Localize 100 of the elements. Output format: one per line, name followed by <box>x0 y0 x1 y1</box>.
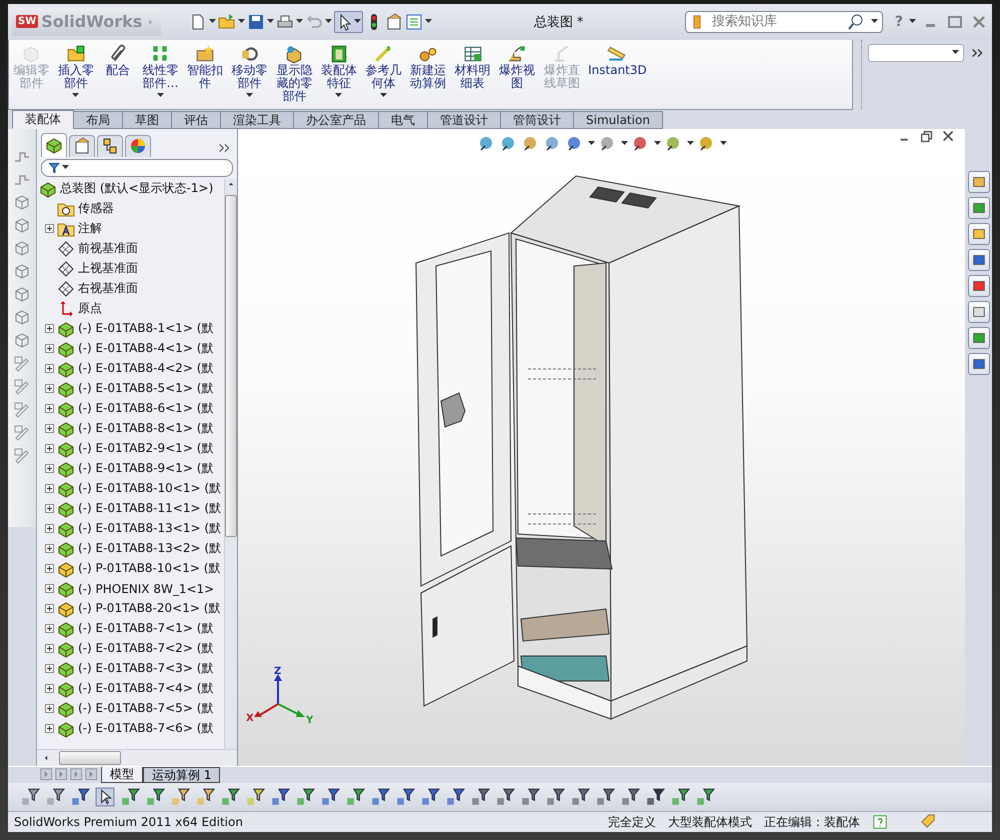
ribbon-button[interactable]: 插入零部件 <box>54 44 98 98</box>
expand-toggle-icon[interactable] <box>45 324 54 334</box>
tree-item[interactable]: (-) E-01TAB8-7<1> (默 <box>78 620 214 638</box>
selection-filter-icon[interactable] <box>220 787 240 808</box>
caret-icon[interactable] <box>588 141 595 146</box>
selection-filter-icon[interactable] <box>695 787 715 808</box>
selection-filter-icon[interactable] <box>170 787 190 808</box>
tree-item[interactable]: (-) E-01TAB8-1<1> (默 <box>78 320 214 338</box>
expand-toggle-icon[interactable] <box>45 444 54 454</box>
ribbon-button[interactable]: 线性零部件… <box>138 44 183 98</box>
selection-filter-icon[interactable] <box>270 787 290 808</box>
scroll-thumb[interactable] <box>59 751 121 766</box>
selection-filter-icon[interactable] <box>95 787 115 808</box>
selection-filter-icon[interactable] <box>445 787 465 808</box>
command-tab[interactable]: 布局 <box>73 110 123 129</box>
ribbon-button[interactable]: 移动零部件 <box>227 44 272 98</box>
filter-field[interactable] <box>41 158 233 177</box>
command-tab[interactable]: 电气 <box>378 110 428 129</box>
expand-toggle-icon[interactable] <box>45 604 54 614</box>
selection-filter-icon[interactable] <box>495 787 515 808</box>
caret-icon[interactable] <box>267 19 274 24</box>
tree-item[interactable]: (-) E-01TAB8-7<3> (默 <box>78 660 214 678</box>
selection-filter-icon[interactable] <box>245 787 265 808</box>
caret-icon[interactable] <box>325 19 332 24</box>
tree-item[interactable]: (-) E-01TAB8-7<4> (默 <box>78 680 214 698</box>
command-tab[interactable]: Simulation <box>573 110 663 129</box>
tree-item[interactable]: (-) E-01TAB8-5<1> (默 <box>78 380 214 398</box>
ribbon-button[interactable]: 显示隐藏的零部件 <box>272 44 317 103</box>
dropdown-caret-icon[interactable] <box>246 92 254 98</box>
search-box[interactable]: 搜索知识库 <box>684 10 883 33</box>
help-icon[interactable] <box>872 814 888 830</box>
command-tab[interactable]: 评估 <box>171 110 221 129</box>
tree-item[interactable]: (-) E-01TAB8-7<6> (默 <box>78 720 214 738</box>
save-icon[interactable] <box>247 12 266 31</box>
expand-toggle-icon[interactable] <box>45 664 54 674</box>
caret-icon[interactable] <box>870 19 878 24</box>
caret-icon[interactable] <box>720 141 727 146</box>
graphics-area[interactable]: Z X Y <box>237 128 965 766</box>
command-tab[interactable]: 渲染工具 <box>220 110 294 129</box>
caret-icon[interactable] <box>425 19 432 24</box>
tree-item[interactable]: (-) PHOENIX 8W_1<1> <box>78 582 214 596</box>
scroll-thumb[interactable] <box>225 194 237 537</box>
selection-filter-icon[interactable] <box>295 787 315 808</box>
expand-toggle-icon[interactable] <box>45 564 54 574</box>
expand-toggle-icon[interactable] <box>45 344 54 354</box>
selection-filter-icon[interactable] <box>470 787 490 808</box>
tree-item[interactable]: (-) P-01TAB8-20<1> (默 <box>78 600 220 618</box>
caret-icon[interactable] <box>687 141 694 146</box>
expand-toggle-icon[interactable] <box>45 684 54 694</box>
selection-filter-icon[interactable] <box>520 787 540 808</box>
tree-item[interactable]: 右视基准面 <box>78 280 138 298</box>
dropdown-caret-icon[interactable] <box>335 92 342 98</box>
manager-tab[interactable] <box>97 134 123 157</box>
tree-item[interactable]: (-) E-01TAB8-8<1> (默 <box>78 420 214 438</box>
tree-item[interactable]: 注解 <box>78 220 102 238</box>
list-icon[interactable] <box>405 12 424 31</box>
expand-toggle-icon[interactable] <box>45 504 54 514</box>
selection-filter-icon[interactable] <box>195 787 215 808</box>
ribbon-button[interactable]: 智能扣件 <box>182 44 228 90</box>
ribbon-button[interactable]: Instant3D <box>584 44 651 77</box>
caret-icon[interactable] <box>354 19 362 24</box>
expand-toggle-icon[interactable] <box>45 404 54 414</box>
tree-item[interactable]: (-) E-01TAB8-6<1> (默 <box>78 400 214 418</box>
expand-toggle-icon[interactable] <box>45 524 54 534</box>
expand-toggle-icon[interactable] <box>45 644 54 654</box>
tree-item[interactable]: (-) P-01TAB8-10<1> (默 <box>78 560 220 578</box>
view-cube-icon[interactable] <box>13 216 31 234</box>
tree-item[interactable]: (-) E-01TAB2-9<1> (默 <box>78 440 214 458</box>
ribbon-button[interactable]: 爆炸视图 <box>494 44 540 90</box>
view-cube-icon[interactable] <box>13 284 31 303</box>
expand-toggle-icon[interactable] <box>45 364 54 374</box>
caret-icon[interactable] <box>909 19 916 24</box>
filter-icon[interactable] <box>20 787 40 808</box>
tree-item[interactable]: 上视基准面 <box>78 260 138 278</box>
caret-icon[interactable] <box>621 141 628 146</box>
selection-filter-icon[interactable] <box>545 787 565 808</box>
ribbon-button[interactable]: 装配体特征 <box>316 44 362 98</box>
command-tab[interactable]: 管道设计 <box>427 110 501 129</box>
expand-toggle-icon[interactable] <box>45 584 54 594</box>
expand-toggle-icon[interactable] <box>45 484 54 494</box>
dropdown-caret-icon[interactable] <box>380 92 387 98</box>
dropdown-caret-icon[interactable] <box>156 92 164 98</box>
selection-filter-icon[interactable] <box>345 787 365 808</box>
view-cube-icon[interactable] <box>13 238 31 257</box>
manager-tab[interactable] <box>41 132 67 157</box>
ribbon-button[interactable]: 新建运动算例 <box>406 44 450 90</box>
search-field[interactable]: 搜索知识库 <box>710 13 841 30</box>
selection-filter-icon[interactable] <box>595 787 615 808</box>
caret-icon[interactable] <box>952 50 959 56</box>
expand-toggle-icon[interactable] <box>45 704 54 714</box>
view-cube-icon[interactable] <box>13 308 31 326</box>
filter-icon[interactable] <box>70 787 90 808</box>
command-tab[interactable]: 办公室产品 <box>293 110 379 129</box>
expand-toggle-icon[interactable] <box>45 424 54 434</box>
selection-filter-icon[interactable] <box>570 787 590 808</box>
expand-toggle-icon[interactable] <box>45 464 54 474</box>
tree-item[interactable]: (-) E-01TAB8-7<5> (默 <box>78 700 214 718</box>
selection-filter-icon[interactable] <box>420 787 440 808</box>
tree-item[interactable]: 传感器 <box>78 200 114 218</box>
selection-filter-icon[interactable] <box>145 787 165 808</box>
